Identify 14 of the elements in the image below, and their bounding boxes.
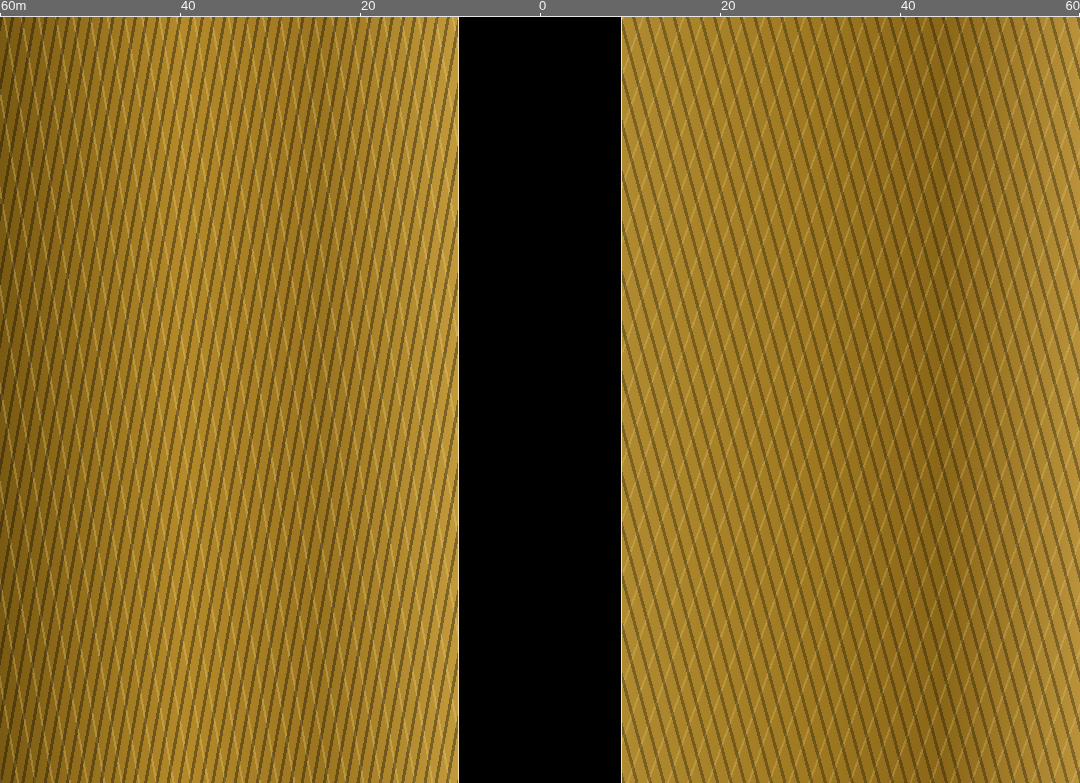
scale-label: 20 [360,0,376,12]
tick-mark [900,13,901,16]
scale-label: 60m [0,0,27,12]
scale-label: 0 [538,0,547,12]
tick-mark [720,13,721,16]
scale-label: 60 [1064,0,1080,12]
scale-label: 20 [720,0,736,12]
scale-label: 40 [180,0,196,12]
tick-mark [0,13,1,16]
tick-mark [180,13,181,16]
scale-label: 40 [900,0,916,12]
tick-mark [1079,13,1080,16]
tick-mark [540,13,541,16]
tick-mark [360,13,361,16]
